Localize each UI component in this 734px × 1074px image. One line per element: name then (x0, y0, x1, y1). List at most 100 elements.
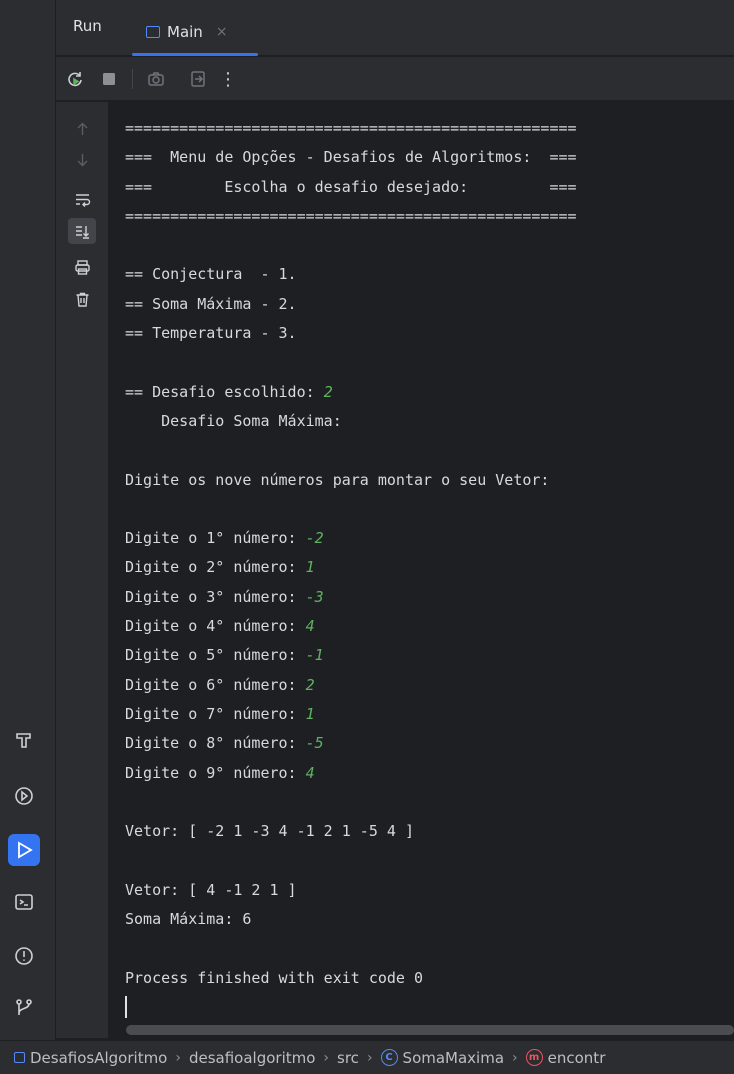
user-input-value: -2 (305, 529, 324, 548)
breadcrumb-method-label: encontr (547, 1048, 606, 1067)
console-line: Soma Máxima: 6 (125, 905, 577, 934)
console-line: == Soma Máxima - 2. (125, 290, 577, 319)
text-caret (125, 996, 127, 1019)
tool-window-stripe (0, 0, 56, 1040)
console-line-text: Digite o 9° número: (125, 763, 306, 782)
console-line-text: Digite os nove números para montar o seu… (125, 470, 550, 489)
console-line-text: == Conjectura - 1. (125, 265, 297, 284)
rerun-icon[interactable] (63, 67, 87, 91)
console-line: Digite o 7° número: 1 (125, 700, 577, 729)
console-line: Process finished with exit code 0 (125, 964, 577, 993)
console-input-line[interactable] (125, 993, 577, 1022)
console-tab-icon (146, 26, 160, 38)
services-icon[interactable] (8, 780, 40, 812)
user-input-value: -1 (305, 646, 324, 665)
console-line-text: Digite o 3° número: (125, 587, 306, 606)
navigation-breadcrumb: DesafiosAlgoritmo › desafioalgoritmo › s… (0, 1040, 734, 1074)
camera-icon[interactable] (144, 67, 168, 91)
scrollbar-thumb[interactable] (126, 1025, 734, 1035)
console-line: Digite o 6° número: 2 (125, 671, 577, 700)
console-line: Digite o 1° número: -2 (125, 524, 577, 553)
console-line-text: === Escolha o desafio desejado: === (125, 177, 577, 196)
method-icon: m (525, 1049, 543, 1066)
run-window-title: Run (73, 17, 102, 35)
class-icon: C (380, 1049, 398, 1066)
breadcrumb-class[interactable]: C SomaMaxima (380, 1048, 505, 1067)
console-line: Digite os nove números para montar o seu… (125, 466, 577, 495)
breadcrumb-separator: › (175, 1049, 181, 1066)
scroll-down-icon[interactable] (68, 146, 96, 172)
more-options-icon[interactable]: ⋮ (216, 67, 240, 91)
console-line-text: Digite o 5° número: (125, 646, 306, 665)
console-line-text: ========================================… (125, 119, 577, 137)
breadcrumb-project[interactable]: DesafiosAlgoritmo (14, 1049, 167, 1067)
console-line: === Escolha o desafio desejado: === (125, 173, 577, 202)
print-icon[interactable] (68, 254, 96, 280)
console-line-text: Digite o 4° número: (125, 617, 306, 636)
console-line: ========================================… (125, 114, 577, 143)
console-line-text: ========================================… (125, 206, 577, 225)
console-line-text: Vetor: [ -2 1 -3 4 -1 2 1 -5 4 ] (125, 822, 414, 841)
user-input-value: 4 (305, 617, 315, 636)
console-line: Vetor: [ -2 1 -3 4 -1 2 1 -5 4 ] (125, 817, 577, 846)
breadcrumb-method[interactable]: m encontr (525, 1048, 606, 1067)
build-hammer-icon[interactable] (8, 724, 40, 756)
console-line-text: Process finished with exit code 0 (125, 968, 424, 987)
problems-icon[interactable] (8, 940, 40, 972)
console-line-text: == Desafio escolhido: (125, 382, 324, 401)
scroll-up-icon[interactable] (68, 116, 96, 142)
stop-icon[interactable] (97, 67, 121, 91)
console-line: Desafio Soma Máxima: (125, 407, 577, 436)
user-input-value: 4 (305, 763, 315, 782)
user-input-value: -5 (305, 734, 324, 753)
soft-wrap-icon[interactable] (68, 186, 96, 212)
scroll-to-end-icon[interactable] (68, 218, 96, 244)
toolbar-separator (132, 69, 133, 89)
user-input-value: 2 (305, 675, 315, 694)
console-line-text: Vetor: [ 4 -1 2 1 ] (125, 880, 297, 899)
breadcrumb-separator: › (512, 1049, 518, 1066)
terminal-icon[interactable] (8, 886, 40, 918)
trash-icon[interactable] (68, 286, 96, 312)
horizontal-scrollbar[interactable] (126, 1022, 734, 1036)
console-lines: ========================================… (125, 114, 577, 1022)
user-input-value: 2 (323, 382, 333, 401)
console-line: Digite o 4° número: 4 (125, 612, 577, 641)
console-line-text: Digite o 6° número: (125, 675, 306, 694)
console-line: Digite o 3° número: -3 (125, 583, 577, 612)
console-line-text: Soma Máxima: 6 (125, 910, 252, 929)
console-line-text: === Menu de Opções - Desafios de Algorit… (125, 148, 577, 167)
console-line: Digite o 2° número: 1 (125, 553, 577, 582)
console-line-text: Digite o 2° número: (125, 558, 306, 577)
console-line: Digite o 9° número: 4 (125, 759, 577, 788)
console-line: Digite o 8° número: -5 (125, 729, 577, 758)
close-icon[interactable]: × (216, 24, 228, 40)
git-branch-icon[interactable] (8, 992, 40, 1024)
console-line-text: Digite o 7° número: (125, 704, 306, 723)
console-line-text: Digite o 8° número: (125, 734, 306, 753)
console-line: Vetor: [ 4 -1 2 1 ] (125, 876, 577, 905)
tab-main-label: Main (167, 23, 203, 41)
exit-icon[interactable] (186, 67, 210, 91)
console-line: ========================================… (125, 202, 577, 231)
breadcrumb-class-label: SomaMaxima (402, 1048, 505, 1067)
console-line: Digite o 5° número: -1 (125, 641, 577, 670)
breadcrumb-separator: › (323, 1049, 330, 1066)
breadcrumb-package[interactable]: desafioalgoritmo (189, 1049, 315, 1067)
console-side-toolbar (56, 102, 108, 1038)
user-input-value: 1 (305, 558, 315, 577)
ide-window: Run Main × ⋮ ===========================… (0, 0, 734, 1074)
console-line-text: == Soma Máxima - 2. (125, 294, 297, 313)
tab-main[interactable]: Main × (132, 8, 258, 56)
breadcrumb-folder[interactable]: src (337, 1049, 359, 1067)
breadcrumb-project-label: DesafiosAlgoritmo (30, 1048, 168, 1067)
run-icon[interactable] (8, 834, 40, 866)
user-input-value: -3 (305, 587, 324, 606)
console-output[interactable]: ========================================… (108, 102, 734, 1022)
run-window-header: Run Main × (56, 0, 734, 56)
